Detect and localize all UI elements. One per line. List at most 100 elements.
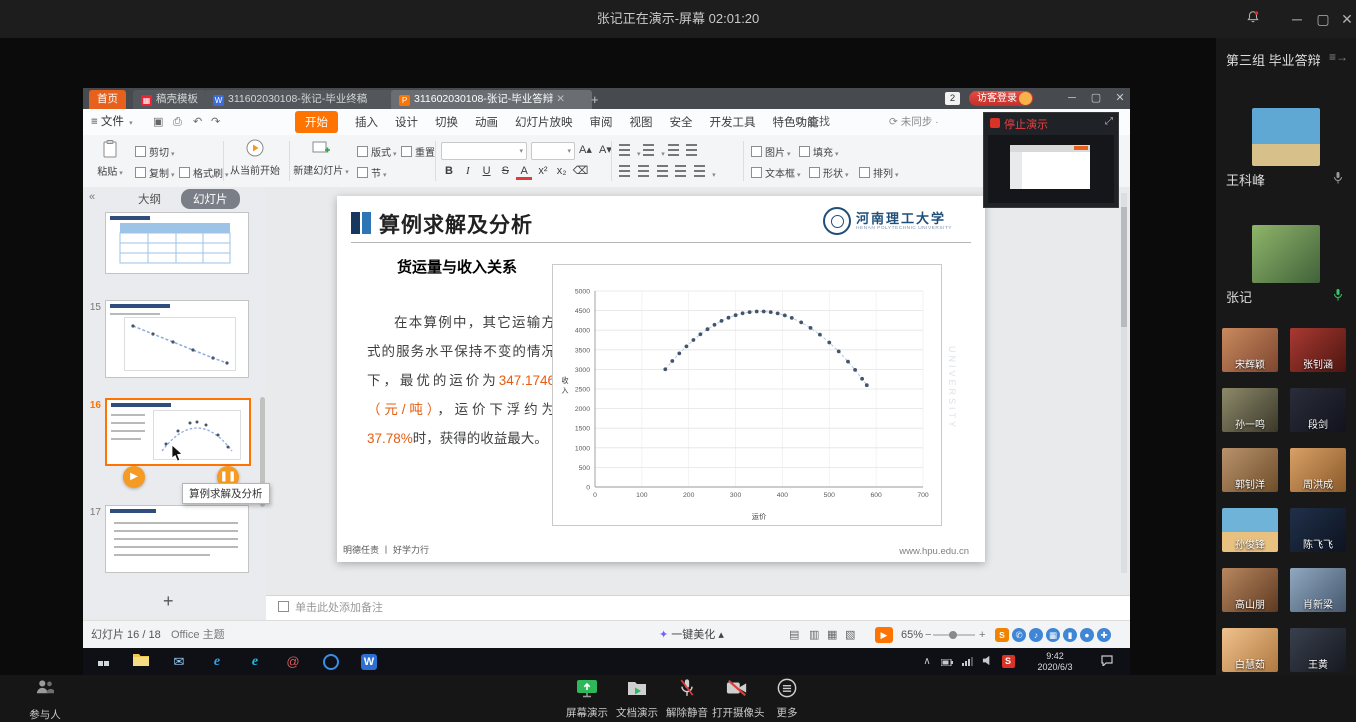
new-slide-button[interactable]: 新建幻灯片▾ [293,139,349,177]
italic-button[interactable]: I [460,165,476,177]
slideshow-play-button[interactable]: ▶ [875,627,893,643]
edge-icon[interactable]: e [205,648,229,675]
menu-design[interactable]: 设计 [395,114,418,130]
video-tile[interactable]: 高山朋 [1222,568,1278,612]
copy-button[interactable]: 复制▾ [135,165,175,180]
beautify-button[interactable]: ✦ 一键美化 ▴ [659,621,724,649]
file-explorer-icon[interactable] [129,648,153,675]
video-tile[interactable]: 孙俊锋 [1222,508,1278,552]
menu-devtools[interactable]: 开发工具 [710,114,756,130]
slide-thumbnail-17[interactable] [105,505,249,573]
wps-app-icon[interactable]: W [357,648,381,675]
font-color-button[interactable]: A [516,165,532,180]
format-painter-button[interactable]: 格式刷▾ [179,165,229,180]
zoom-in-button[interactable]: + [979,621,985,649]
menu-transition[interactable]: 切换 [435,114,458,130]
align-left-icon[interactable] [619,165,630,177]
font-family-select[interactable]: ▾ [441,142,527,160]
menu-view[interactable]: 视图 [630,114,653,130]
play-preview-button[interactable]: ▶ [123,466,145,488]
indent-increase-icon[interactable] [686,144,697,156]
clock[interactable]: 9:422020/6/3 [1023,651,1087,672]
normal-view-icon[interactable]: ▥ [809,621,819,649]
font-size-select[interactable]: ▾ [531,142,575,160]
wps-doc1-tab[interactable]: W311602030108-张记-毕业终稿 [205,90,396,109]
mic-icon[interactable]: ♪ [1029,628,1043,642]
slide-thumbnail-15[interactable] [105,300,249,378]
ie-icon[interactable]: e [243,648,267,675]
tab-outline[interactable]: 大纲 [138,191,161,207]
wps-minimize-button[interactable]: ─ [1061,88,1083,109]
sidebar-collapse-icon[interactable]: ≡→ [1329,50,1348,64]
sogou-logo-icon[interactable]: S [995,628,1009,642]
menu-insert[interactable]: 插入 [355,114,378,130]
panel-collapse-icon[interactable]: « [89,191,95,203]
slide-thumbnail-14[interactable] [105,212,249,274]
zoom-slider-thumb[interactable] [949,631,957,639]
close-button[interactable]: ✕ [1334,0,1356,38]
wps-close-button[interactable]: ✕ [1109,88,1131,109]
editor-scrollbar-thumb[interactable] [1121,207,1127,327]
video-tile[interactable]: 段剑 [1290,388,1346,432]
video-tile[interactable]: 白慧茹 [1222,628,1278,672]
superscript-button[interactable]: x² [535,165,551,177]
video-tile[interactable]: 周洪成 [1290,448,1346,492]
ime-tray-icon[interactable]: S [999,648,1017,675]
wps-doc2-tab-active[interactable]: P311602030108-张记-毕业答辩 ✕ [391,90,592,109]
underline-button[interactable]: U [479,165,495,177]
zoom-slider[interactable] [933,634,975,636]
wps-restore-button[interactable]: ▢ [1085,88,1107,109]
add-slide-button[interactable]: + [163,591,174,612]
undo-icon[interactable]: ↶ [193,109,202,135]
wrench-icon[interactable]: ✚ [1097,628,1111,642]
search-box[interactable]: 查找 [795,109,830,135]
mail-icon[interactable]: ✉ [167,648,191,675]
zoom-level[interactable]: 65% [901,621,923,649]
new-tab-button[interactable]: + [591,90,599,109]
bullet-list-icon[interactable] [619,144,630,156]
doc-share-button[interactable]: 文档演示 [612,678,662,720]
subscript-button[interactable]: x₂ [554,165,570,177]
menu-security[interactable]: 安全 [670,114,693,130]
paste-button[interactable]: 粘贴▾ [91,140,129,178]
justify-icon[interactable] [675,165,686,177]
indent-decrease-icon[interactable] [668,144,679,156]
notes-toggle-icon[interactable]: ▤ [789,621,799,649]
camera-on-button[interactable]: 打开摄像头 [712,678,762,720]
shape-button[interactable]: 形状▾ [809,165,849,180]
mic-muted-icon[interactable] [1332,171,1344,190]
lock-icon[interactable]: ● [1080,628,1094,642]
reset-button[interactable]: 重置 [401,144,435,159]
file-menu[interactable]: ≡ 文件 ▾ [91,109,133,135]
decrease-font-button[interactable]: A▾ [599,143,612,156]
sogou-toolbar[interactable]: S✆♪▦▮●✚ [995,621,1114,649]
menu-home[interactable]: 开始 [295,111,338,133]
network-icon[interactable] [959,648,975,675]
battery-icon[interactable] [939,648,955,675]
clear-format-button[interactable]: ⌫ [572,164,588,177]
unmute-button[interactable]: 解除静音 [662,678,712,720]
arrange-button[interactable]: 排列▾ [859,165,899,180]
browser-app-icon[interactable] [319,648,343,675]
start-button[interactable] [91,648,115,675]
section-button[interactable]: 节▾ [357,165,387,180]
sync-status[interactable]: ⟳ 未同步 · [889,109,939,135]
bold-button[interactable]: B [441,165,457,177]
expand-icon[interactable]: ⤢ [1105,116,1113,127]
redo-icon[interactable]: ↷ [211,109,220,135]
strikethrough-button[interactable]: S [497,165,513,177]
increase-font-button[interactable]: A▴ [579,143,592,156]
wps-docer-tab[interactable]: ▦稿壳模板 [133,90,206,109]
participants-button[interactable]: 参与人 [20,678,70,722]
wps-home-tab[interactable]: 首页 [89,90,126,109]
tab-count-badge[interactable]: 2 [945,92,960,105]
video-tile-featured[interactable] [1252,108,1320,166]
keyboard-icon[interactable]: ▦ [1046,628,1060,642]
video-tile-featured[interactable] [1252,225,1320,283]
tray-expand-icon[interactable]: ∧ [919,648,935,675]
notes-bar[interactable]: 单击此处添加备注 [266,595,1130,621]
fill-button[interactable]: 填充▾ [799,144,839,159]
play-from-current-button[interactable]: 从当前开始 [227,139,283,177]
slide-canvas[interactable]: 算例求解及分析 河南理工大学 HENAN POLYTECHNIC UNIVERS… [337,196,985,562]
align-right-icon[interactable] [657,165,668,177]
